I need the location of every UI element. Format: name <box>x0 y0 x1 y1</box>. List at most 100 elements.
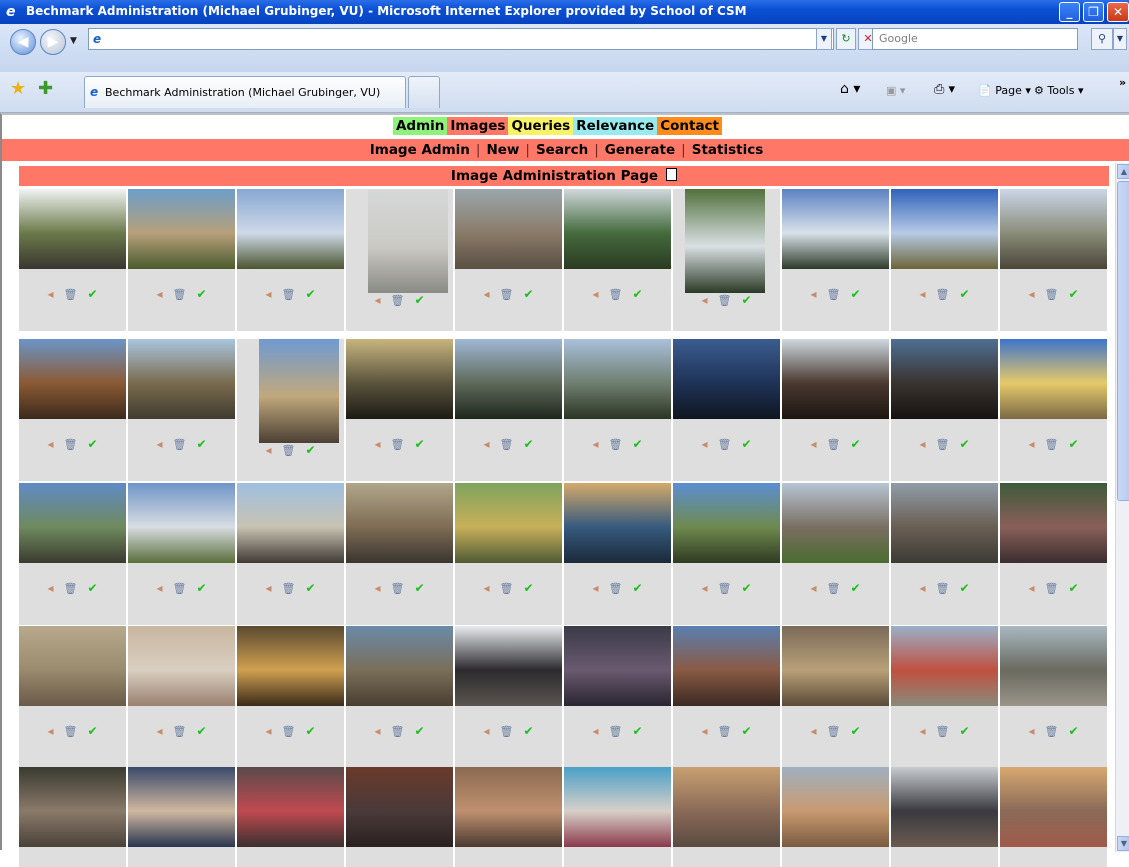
checkmark-icon[interactable]: ✔ <box>632 287 642 301</box>
checkmark-icon[interactable]: ✔ <box>1068 581 1078 595</box>
checkmark-icon[interactable]: ✔ <box>1068 287 1078 301</box>
pencil-icon[interactable]: ◂ <box>1028 581 1034 595</box>
image-thumbnail[interactable] <box>673 767 780 847</box>
document-icon[interactable] <box>666 168 678 181</box>
checkmark-icon[interactable]: ✔ <box>305 724 315 738</box>
trash-icon[interactable]: 🗑 <box>827 582 841 595</box>
trash-icon[interactable]: 🗑 <box>391 438 405 451</box>
checkmark-icon[interactable]: ✔ <box>959 287 969 301</box>
image-thumbnail[interactable] <box>346 767 453 847</box>
trash-icon[interactable]: 🗑 <box>282 444 296 457</box>
checkmark-icon[interactable]: ✔ <box>850 287 860 301</box>
pencil-icon[interactable]: ◂ <box>47 437 53 451</box>
pencil-icon[interactable]: ◂ <box>592 581 598 595</box>
checkmark-icon[interactable]: ✔ <box>414 724 424 738</box>
nav-admin[interactable]: Admin <box>392 117 448 135</box>
trash-icon[interactable]: 🗑 <box>718 294 732 307</box>
image-thumbnail[interactable] <box>1000 339 1107 419</box>
pencil-icon[interactable]: ◂ <box>592 724 598 738</box>
pencil-icon[interactable]: ◂ <box>1028 287 1034 301</box>
checkmark-icon[interactable]: ✔ <box>87 724 97 738</box>
pencil-icon[interactable]: ◂ <box>919 724 925 738</box>
subnav-statistics[interactable]: Statistics <box>692 142 764 158</box>
home-icon[interactable]: ⌂ ▾ <box>840 81 860 97</box>
pencil-icon[interactable]: ◂ <box>701 724 707 738</box>
image-thumbnail[interactable] <box>1000 767 1107 847</box>
pencil-icon[interactable]: ◂ <box>701 293 707 307</box>
history-dropdown-icon[interactable]: ▼ <box>70 36 77 46</box>
image-thumbnail[interactable] <box>1000 483 1107 563</box>
pencil-icon[interactable]: ◂ <box>701 581 707 595</box>
image-thumbnail[interactable] <box>19 189 126 269</box>
forward-button[interactable]: ▶ <box>40 29 66 55</box>
trash-icon[interactable]: 🗑 <box>1045 582 1059 595</box>
pencil-icon[interactable]: ◂ <box>374 437 380 451</box>
pencil-icon[interactable]: ◂ <box>592 287 598 301</box>
checkmark-icon[interactable]: ✔ <box>850 724 860 738</box>
nav-relevance[interactable]: Relevance <box>573 117 658 135</box>
image-thumbnail[interactable] <box>564 767 671 847</box>
image-thumbnail[interactable] <box>891 483 998 563</box>
pencil-icon[interactable]: ◂ <box>483 437 489 451</box>
checkmark-icon[interactable]: ✔ <box>741 437 751 451</box>
checkmark-icon[interactable]: ✔ <box>305 581 315 595</box>
pencil-icon[interactable]: ◂ <box>592 437 598 451</box>
pencil-icon[interactable]: ◂ <box>1028 724 1034 738</box>
trash-icon[interactable]: 🗑 <box>173 582 187 595</box>
pencil-icon[interactable]: ◂ <box>265 581 271 595</box>
pencil-icon[interactable]: ◂ <box>156 437 162 451</box>
image-thumbnail[interactable] <box>128 339 235 419</box>
pencil-icon[interactable]: ◂ <box>483 287 489 301</box>
trash-icon[interactable]: 🗑 <box>64 438 78 451</box>
trash-icon[interactable]: 🗑 <box>282 582 296 595</box>
page-menu[interactable]: 📄 Page ▾ <box>978 84 1031 97</box>
checkmark-icon[interactable]: ✔ <box>523 287 533 301</box>
checkmark-icon[interactable]: ✔ <box>523 581 533 595</box>
pencil-icon[interactable]: ◂ <box>810 581 816 595</box>
nav-queries[interactable]: Queries <box>508 117 574 135</box>
scroll-up-arrow[interactable]: ▲ <box>1117 164 1129 179</box>
image-thumbnail[interactable] <box>455 483 562 563</box>
feeds-icon[interactable]: ▣ ▾ <box>886 84 905 97</box>
image-thumbnail[interactable] <box>673 483 780 563</box>
trash-icon[interactable]: 🗑 <box>936 725 950 738</box>
pencil-icon[interactable]: ◂ <box>47 287 53 301</box>
image-thumbnail[interactable] <box>685 189 765 293</box>
pencil-icon[interactable]: ◂ <box>701 437 707 451</box>
trash-icon[interactable]: 🗑 <box>936 438 950 451</box>
scroll-down-arrow[interactable]: ▼ <box>1117 836 1129 851</box>
pencil-icon[interactable]: ◂ <box>156 581 162 595</box>
trash-icon[interactable]: 🗑 <box>282 288 296 301</box>
checkmark-icon[interactable]: ✔ <box>850 437 860 451</box>
pencil-icon[interactable]: ◂ <box>810 437 816 451</box>
toolbar-chevron-icon[interactable]: » <box>1119 76 1126 89</box>
image-thumbnail[interactable] <box>237 483 344 563</box>
new-tab-button[interactable] <box>408 76 440 108</box>
trash-icon[interactable]: 🗑 <box>936 288 950 301</box>
image-thumbnail[interactable] <box>346 626 453 706</box>
image-thumbnail[interactable] <box>891 767 998 847</box>
trash-icon[interactable]: 🗑 <box>64 288 78 301</box>
image-thumbnail[interactable] <box>237 767 344 847</box>
subnav-generate[interactable]: Generate <box>605 142 675 158</box>
trash-icon[interactable]: 🗑 <box>500 288 514 301</box>
pencil-icon[interactable]: ◂ <box>483 724 489 738</box>
image-thumbnail[interactable] <box>368 189 448 293</box>
checkmark-icon[interactable]: ✔ <box>632 724 642 738</box>
image-thumbnail[interactable] <box>455 189 562 269</box>
image-thumbnail[interactable] <box>891 189 998 269</box>
checkmark-icon[interactable]: ✔ <box>196 437 206 451</box>
trash-icon[interactable]: 🗑 <box>827 725 841 738</box>
image-thumbnail[interactable] <box>237 626 344 706</box>
trash-icon[interactable]: 🗑 <box>1045 438 1059 451</box>
checkmark-icon[interactable]: ✔ <box>959 724 969 738</box>
image-thumbnail[interactable] <box>19 626 126 706</box>
trash-icon[interactable]: 🗑 <box>827 288 841 301</box>
trash-icon[interactable]: 🗑 <box>500 438 514 451</box>
image-thumbnail[interactable] <box>782 339 889 419</box>
trash-icon[interactable]: 🗑 <box>936 582 950 595</box>
image-thumbnail[interactable] <box>455 339 562 419</box>
image-thumbnail[interactable] <box>782 483 889 563</box>
url-dropdown-button[interactable]: ▼ <box>816 28 832 50</box>
trash-icon[interactable]: 🗑 <box>609 725 623 738</box>
